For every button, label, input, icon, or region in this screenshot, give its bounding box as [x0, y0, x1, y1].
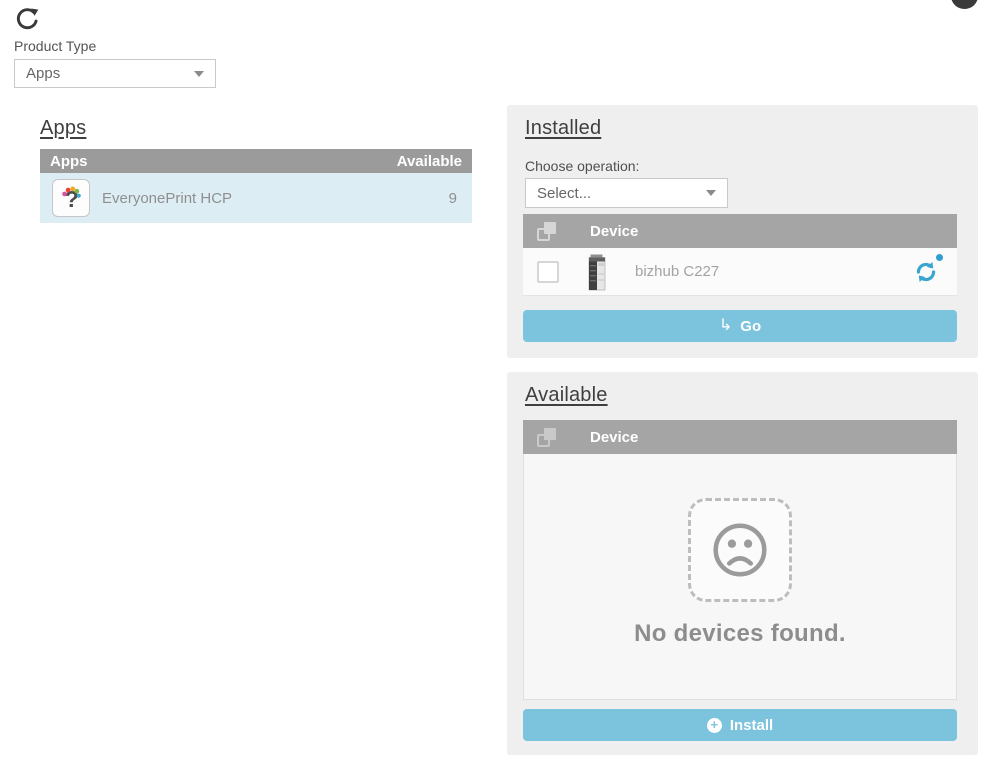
device-name: bizhub C227	[635, 263, 913, 280]
device-table-header: Device	[523, 420, 957, 454]
available-panel: Available Device No devices found.	[507, 372, 978, 755]
chevron-down-icon	[194, 71, 204, 77]
installed-heading: Installed	[525, 117, 601, 140]
printer-device-image	[588, 253, 606, 291]
device-checkbox[interactable]	[537, 261, 559, 283]
operation-value: Select...	[537, 185, 591, 202]
empty-state-message: No devices found.	[634, 620, 846, 648]
available-table-body: No devices found.	[523, 454, 957, 700]
apps-column-header: Apps	[50, 153, 88, 170]
go-arrow-icon: ↳	[719, 318, 732, 334]
table-row[interactable]: bizhub C227	[523, 248, 957, 296]
sync-status-icon[interactable]	[913, 259, 939, 285]
install-button-label: Install	[730, 717, 773, 734]
product-type-label: Product Type	[14, 38, 96, 54]
select-all-icon[interactable]	[537, 428, 556, 447]
sad-face-icon	[688, 498, 792, 602]
sync-pending-dot	[936, 254, 943, 261]
device-column-header: Device	[590, 429, 638, 446]
chevron-down-icon	[706, 190, 716, 196]
go-button[interactable]: ↳ Go	[523, 310, 957, 342]
user-avatar[interactable]	[951, 0, 978, 9]
apps-table: Apps Available ? EveryonePrint HCP 9	[40, 149, 472, 223]
product-type-value: Apps	[26, 65, 60, 82]
refresh-icon[interactable]	[14, 6, 41, 33]
operation-select[interactable]: Select...	[525, 178, 728, 208]
app-available-count: 9	[449, 190, 460, 207]
everyoneprint-app-icon: ?	[52, 179, 90, 217]
apps-section-heading: Apps	[40, 117, 86, 140]
app-name: EveryonePrint HCP	[102, 190, 449, 207]
available-heading: Available	[525, 384, 608, 407]
install-button[interactable]: + Install	[523, 709, 957, 741]
product-type-select[interactable]: Apps	[14, 59, 216, 88]
available-device-table: Device No devices found.	[523, 420, 957, 700]
available-column-header: Available	[397, 153, 462, 170]
device-column-header: Device	[590, 223, 638, 240]
table-row[interactable]: ? EveryonePrint HCP 9	[40, 173, 472, 223]
go-button-label: Go	[740, 318, 761, 335]
choose-operation-label: Choose operation:	[525, 158, 639, 174]
select-all-icon[interactable]	[537, 222, 556, 241]
apps-table-header: Apps Available	[40, 149, 472, 173]
installed-device-table: Device bizhub C227	[523, 214, 957, 296]
install-plus-icon: +	[707, 718, 722, 733]
installed-panel: Installed Choose operation: Select... De…	[507, 105, 978, 358]
app-management-page: Product Type Apps Apps Apps Available ? …	[0, 0, 1000, 771]
device-table-header: Device	[523, 214, 957, 248]
